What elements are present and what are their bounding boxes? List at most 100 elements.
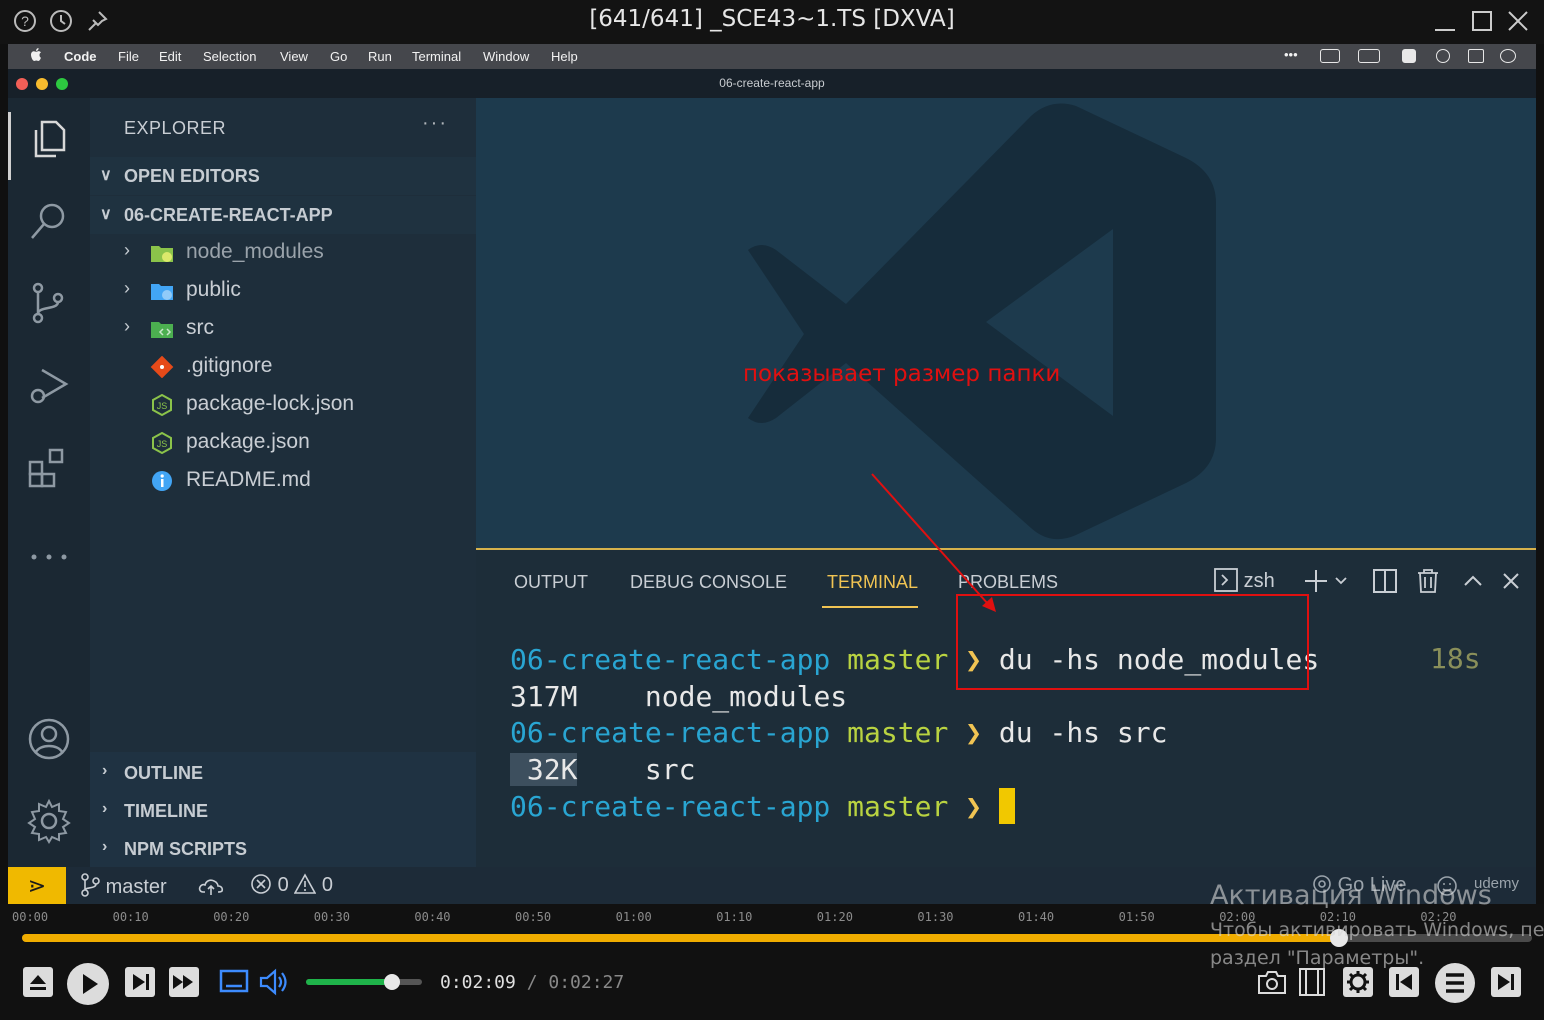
folder-public-icon — [151, 284, 173, 300]
remote-indicator-icon[interactable]: ⋗ — [8, 867, 66, 904]
tree-item-label: package-lock.json — [186, 392, 355, 415]
menu-run[interactable]: Run — [368, 49, 392, 64]
time-separator: / — [515, 972, 549, 993]
split-terminal-icon[interactable] — [1372, 568, 1398, 596]
menu-terminal[interactable]: Terminal — [412, 49, 461, 64]
git-branch-icon — [81, 873, 100, 897]
tree-item-package-json[interactable]: JS package.json — [90, 424, 476, 462]
tree-item-label: node_modules — [186, 240, 324, 263]
keyboard-input-icon[interactable] — [1402, 49, 1416, 63]
tab-problems[interactable]: PROBLEMS — [958, 572, 1058, 593]
play-icon[interactable] — [66, 962, 110, 1006]
explorer-more-icon[interactable]: ··· — [422, 112, 448, 135]
vscode-window-title: 06-create-react-app — [719, 76, 825, 90]
section-npm-scripts-label: NPM SCRIPTS — [124, 839, 248, 859]
current-time: 0:02:09 — [440, 972, 516, 993]
battery-icon[interactable] — [1358, 49, 1380, 63]
terminal-shell-selector[interactable]: zsh — [1214, 568, 1275, 596]
tab-output[interactable]: OUTPUT — [514, 572, 588, 593]
section-project[interactable]: ∨ 06-CREATE-REACT-APP — [90, 196, 476, 234]
maximize-panel-icon[interactable] — [1462, 568, 1484, 596]
section-project-label: 06-CREATE-REACT-APP — [124, 205, 333, 225]
section-outline[interactable]: › OUTLINE — [90, 754, 476, 792]
settings-gear-icon[interactable] — [1342, 966, 1374, 998]
control-center-icon[interactable] — [1468, 49, 1484, 63]
tree-item-public[interactable]: › public — [90, 272, 476, 310]
active-tab-underline — [822, 606, 918, 608]
terminal-cursor — [998, 788, 1015, 824]
run-debug-icon[interactable] — [26, 362, 72, 408]
siri-icon[interactable] — [1500, 49, 1516, 63]
branch-status[interactable]: master — [80, 873, 167, 899]
tree-item-label: src — [186, 316, 214, 339]
chevron-right-icon: › — [124, 278, 130, 298]
command-duration: 18s — [1430, 642, 1481, 675]
chevron-down-icon: ∨ — [100, 167, 112, 184]
tree-item-node-modules[interactable]: › node_modules — [90, 234, 476, 272]
film-icon[interactable] — [1296, 966, 1328, 998]
menu-window[interactable]: Window — [483, 49, 529, 64]
screenshot-camera-icon[interactable] — [1256, 966, 1288, 998]
tree-item-readme[interactable]: README.md — [90, 462, 476, 500]
editor-area — [476, 98, 1536, 548]
problems-status[interactable]: 0 0 — [250, 873, 333, 897]
user-switch-icon[interactable] — [1436, 49, 1450, 63]
account-icon[interactable] — [26, 716, 72, 762]
menu-file[interactable]: File — [118, 49, 139, 64]
menu-help[interactable]: Help — [551, 49, 578, 64]
frame-step-icon[interactable] — [124, 966, 156, 998]
subtitles-icon[interactable] — [218, 966, 250, 998]
menu-app-name[interactable]: Code — [64, 49, 97, 64]
volume-knob[interactable] — [383, 974, 400, 990]
close-icon[interactable] — [1503, 6, 1533, 36]
source-control-icon[interactable] — [26, 280, 72, 326]
shell-name: zsh — [1243, 570, 1275, 592]
new-terminal-icon[interactable] — [1304, 568, 1350, 596]
explorer-sidebar: EXPLORER ··· ∨ OPEN EDITORS ∨ 06-CREATE-… — [90, 98, 476, 867]
minimize-icon[interactable] — [1430, 6, 1460, 36]
fast-forward-icon[interactable] — [168, 966, 200, 998]
warning-count: 0 — [321, 874, 333, 896]
trash-icon[interactable] — [1416, 568, 1440, 596]
menu-edit[interactable]: Edit — [159, 49, 181, 64]
tray-more-icon[interactable]: ••• — [1284, 47, 1298, 62]
extensions-icon[interactable] — [26, 444, 72, 490]
menu-selection[interactable]: Selection — [203, 49, 256, 64]
explorer-files-icon[interactable] — [26, 116, 72, 162]
volume-slider[interactable] — [306, 974, 422, 990]
svg-text:JS: JS — [157, 439, 168, 449]
section-open-editors[interactable]: ∨ OPEN EDITORS — [90, 157, 476, 195]
chevron-right-icon: › — [102, 800, 108, 817]
terminal-line-5: 06-create-react-app master ❯ — [510, 788, 1319, 826]
maximize-icon[interactable] — [1467, 6, 1497, 36]
menu-go[interactable]: Go — [330, 49, 347, 64]
apple-icon[interactable] — [30, 47, 42, 62]
volume-icon[interactable] — [258, 966, 290, 998]
tab-debug-console[interactable]: DEBUG CONSOLE — [630, 572, 787, 593]
screen-record-icon[interactable] — [1320, 49, 1340, 63]
sync-cloud-icon[interactable] — [198, 875, 224, 897]
eject-icon[interactable] — [22, 966, 54, 998]
timeline-label: 01:40 — [1018, 910, 1055, 924]
section-timeline[interactable]: › TIMELINE — [90, 792, 476, 830]
section-open-editors-label: OPEN EDITORS — [124, 166, 260, 186]
tree-item-src[interactable]: › src — [90, 310, 476, 348]
chevron-right-icon: › — [124, 316, 130, 336]
tab-terminal[interactable]: TERMINAL — [827, 572, 918, 593]
section-npm-scripts[interactable]: › NPM SCRIPTS — [90, 830, 476, 868]
du-size: 317M — [510, 679, 578, 713]
close-panel-icon[interactable] — [1500, 568, 1522, 596]
terminal-command: du -hs src — [998, 716, 1168, 749]
menu-view[interactable]: View — [280, 49, 308, 64]
settings-gear-icon[interactable] — [26, 798, 72, 844]
more-views-icon[interactable] — [26, 534, 72, 580]
chevron-down-icon: ∨ — [100, 206, 112, 223]
next-icon[interactable] — [1490, 966, 1522, 998]
tree-item-package-lock[interactable]: JS package-lock.json — [90, 386, 476, 424]
tree-item-gitignore[interactable]: .gitignore — [90, 348, 476, 386]
search-icon[interactable] — [26, 198, 72, 244]
annotation-label: показывает размер папки — [743, 361, 1061, 387]
info-icon — [152, 471, 172, 491]
previous-icon[interactable] — [1388, 966, 1420, 998]
terminal-line-4: 32K src — [510, 752, 1319, 789]
